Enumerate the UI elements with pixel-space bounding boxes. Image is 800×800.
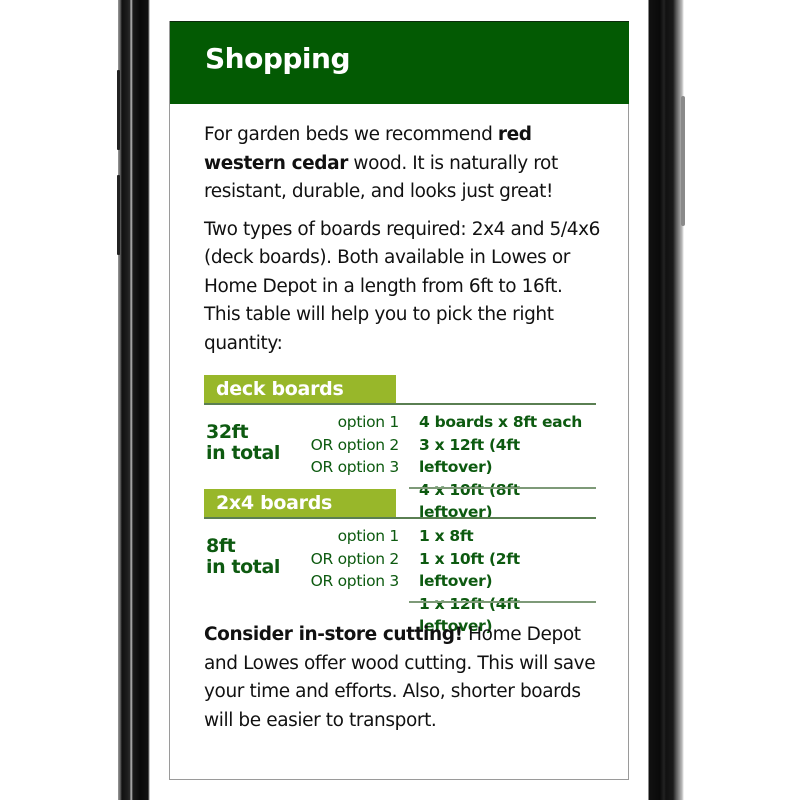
shopping-card: Shopping For garden beds we recommend re… <box>169 21 629 780</box>
option-value: 4 boards x 8ft each <box>419 413 582 431</box>
card-content: For garden beds we recommend red western… <box>204 121 604 358</box>
tip-section: Consider in-store cutting! Home Depot an… <box>204 621 604 735</box>
option-label: option 1 <box>337 527 400 545</box>
total-caption: in total <box>206 442 281 464</box>
intro-text: For garden beds we recommend <box>204 124 498 145</box>
phone-side-button <box>117 175 120 255</box>
total-caption: in total <box>206 556 281 578</box>
option-label: option 1 <box>337 413 400 431</box>
total-length: 8ft in total <box>206 536 280 578</box>
option-label: OR option 2 <box>310 435 400 454</box>
total-value: 32ft <box>206 421 249 443</box>
tip-highlight: Consider in-store cutting! <box>204 624 463 645</box>
option-value: 1 x 10ft (2ft leftover) <box>419 549 520 591</box>
tip-paragraph: Consider in-store cutting! Home Depot an… <box>204 621 604 735</box>
phone-power-button <box>681 96 685 226</box>
page-title: Shopping <box>205 42 351 75</box>
total-length: 32ft in total <box>206 422 280 464</box>
option-value: 3 x 12ft (4ft leftover) <box>419 435 520 477</box>
phone-side-button <box>117 70 120 150</box>
intro-paragraph: For garden beds we recommend red western… <box>204 121 604 207</box>
2x4-boards-table: 2x4 boards 8ft in total option 1 OR opti… <box>204 489 596 635</box>
total-value: 8ft <box>206 535 236 557</box>
section-label-deck-boards: deck boards <box>204 375 396 403</box>
option-label: OR option 2 <box>310 549 400 568</box>
section-label-2x4-boards: 2x4 boards <box>204 489 396 517</box>
deck-boards-table: deck boards 32ft in total option 1 OR op… <box>204 375 596 521</box>
phone-bezel-right <box>648 0 684 800</box>
option-label: OR option 3 <box>310 458 400 476</box>
option-labels: option 1 OR option 2 OR option 3 <box>310 525 400 593</box>
phone-bezel-left <box>118 0 150 800</box>
option-value: 1 x 8ft <box>419 527 474 545</box>
card-header: Shopping <box>170 21 629 104</box>
option-labels: option 1 OR option 2 OR option 3 <box>310 411 400 479</box>
boards-info-paragraph: Two types of boards required: 2x4 and 5/… <box>204 218 601 354</box>
option-label: OR option 3 <box>310 572 400 590</box>
divider <box>409 601 596 603</box>
